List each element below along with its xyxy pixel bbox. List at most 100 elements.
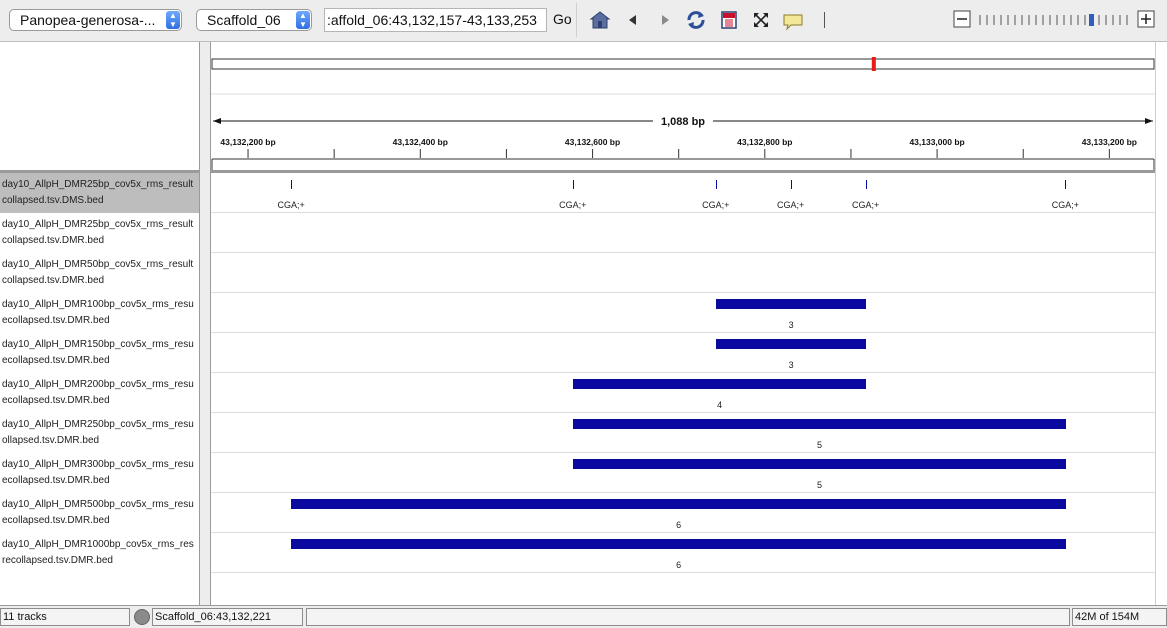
feature-site[interactable] [715, 180, 717, 189]
feature-label: CGA;+ [1051, 200, 1080, 210]
track-row[interactable]: 3 [211, 333, 1155, 373]
zoom-in-button[interactable] [1137, 10, 1155, 28]
popup-text-icon[interactable] [782, 9, 804, 31]
toolbar: Panopea-generosa-... ▲ ▼ Scaffold_06 ▲ ▼ :… [0, 0, 1167, 42]
feature-site[interactable] [1065, 180, 1067, 189]
feature-label: CGA;+ [702, 200, 730, 210]
track-name-line2: ecollapsed.tsv.DMR.bed [2, 395, 110, 406]
track-name[interactable]: day10_AllpH_DMR25bp_cov5x_rms_resultcoll… [0, 213, 199, 253]
track-name-line2: collapsed.tsv.DMR.bed [2, 275, 105, 286]
ruler: 1,088 bp 43,132,200 bp 43,132,400 bp 43,13… [211, 57, 1155, 170]
track-row[interactable] [211, 213, 1155, 253]
feature-label: 3 [788, 360, 794, 370]
toolbar-divider [576, 3, 577, 37]
track-name[interactable]: day10_AllpH_DMR25bp_cov5x_rms_resultcoll… [0, 173, 199, 213]
feature-bar[interactable] [572, 459, 1067, 469]
panel-splitter[interactable] [199, 42, 211, 605]
go-button[interactable]: Go [553, 11, 572, 27]
refresh-icon[interactable] [685, 9, 707, 31]
feature-label: 6 [676, 560, 682, 570]
track-name-line2: ecollapsed.tsv.DMR.bed [2, 355, 110, 366]
track-name-line1: day10_AllpH_DMR25bp_cov5x_rms_result [2, 179, 194, 190]
fit-window-icon[interactable] [750, 9, 772, 31]
track-row[interactable]: 5 [211, 453, 1155, 493]
feature-bar[interactable] [291, 539, 1067, 549]
feature-bar[interactable] [715, 339, 867, 349]
genome-dropdown[interactable]: Panopea-generosa-... ▲ ▼ [9, 9, 182, 31]
track-name-line1: day10_AllpH_DMR1000bp_cov5x_rms_res [2, 539, 194, 550]
ruler-tick-label: 43,132,800 bp [737, 137, 792, 147]
track-name[interactable]: day10_AllpH_DMR50bp_cov5x_rms_resultcoll… [0, 253, 199, 293]
track-name[interactable]: day10_AllpH_DMR250bp_cov5x_rms_resuollap… [0, 413, 199, 453]
ideogram-current-region [871, 57, 876, 71]
track-name-line1: day10_AllpH_DMR300bp_cov5x_rms_resu [2, 459, 194, 470]
track-name[interactable]: day10_AllpH_DMR300bp_cov5x_rms_resuecoll… [0, 453, 199, 493]
track-name-line2: collapsed.tsv.DMR.bed [2, 235, 105, 246]
feature-label: 3 [788, 320, 794, 330]
track-row[interactable]: 6 [211, 493, 1155, 533]
span-label: 1,088 bp [661, 116, 705, 128]
scrollbar[interactable] [1155, 42, 1167, 605]
ruler-name-panel [0, 42, 200, 170]
track-row[interactable]: CGA;+ CGA;+ CGA;+ CGA;+ CGA;+ CGA;+ [211, 173, 1155, 213]
feature-bar[interactable] [715, 299, 867, 309]
feature-label: CGA;+ [851, 200, 880, 210]
feature-site[interactable] [291, 180, 293, 189]
chevron-updown-icon: ▲ ▼ [296, 11, 310, 29]
track-name-line1: day10_AllpH_DMR150bp_cov5x_rms_resu [2, 339, 194, 350]
feature-label: 4 [717, 400, 723, 410]
ruler-tick-label: 43,133,000 bp [909, 137, 964, 147]
feature-label: 6 [676, 520, 682, 530]
track-name-line1: day10_AllpH_DMR500bp_cov5x_rms_resu [2, 499, 194, 510]
ruler-tick-label: 43,132,600 bp [565, 137, 620, 147]
feature-label: 5 [817, 480, 823, 490]
feature-label: CGA;+ [277, 200, 305, 210]
home-icon[interactable] [589, 9, 611, 31]
track-row[interactable]: 3 [211, 293, 1155, 333]
track-name-line2: ecollapsed.tsv.DMR.bed [2, 475, 110, 486]
track-row[interactable]: 5 [211, 413, 1155, 453]
feature-site[interactable] [572, 180, 574, 189]
ruler-tick-label: 43,132,200 bp [220, 137, 275, 147]
locus-input[interactable]: :affold_06:43,132,157-43,133,253 [324, 8, 547, 32]
track-name[interactable]: day10_AllpH_DMR100bp_cov5x_rms_resuecoll… [0, 293, 199, 333]
zoom-out-button[interactable] [953, 10, 971, 28]
chromosome-dropdown[interactable]: Scaffold_06 ▲ ▼ [196, 9, 312, 31]
track-name-line1: day10_AllpH_DMR25bp_cov5x_rms_result [2, 219, 194, 230]
zoom-slider[interactable] [979, 14, 1133, 26]
feature-bar[interactable] [572, 379, 867, 389]
position-readout: Scaffold_06:43,132,221 [152, 608, 303, 626]
status-message [306, 608, 1070, 626]
track-name-line2: ollapsed.tsv.DMR.bed [2, 435, 100, 446]
feature-label: CGA;+ [559, 200, 587, 210]
track-name-line2: ecollapsed.tsv.DMR.bed [2, 315, 110, 326]
roi-icon[interactable] [718, 9, 740, 31]
track-name[interactable]: day10_AllpH_DMR500bp_cov5x_rms_resuecoll… [0, 493, 199, 533]
track-name-line1: day10_AllpH_DMR200bp_cov5x_rms_resu [2, 379, 194, 390]
status-bar: 11 tracks Scaffold_06:43,132,221 42M of … [0, 605, 1167, 628]
track-name[interactable]: day10_AllpH_DMR200bp_cov5x_rms_resuecoll… [0, 373, 199, 413]
track-name[interactable]: day10_AllpH_DMR1000bp_cov5x_rms_res recol… [0, 533, 199, 573]
track-name-line1: day10_AllpH_DMR250bp_cov5x_rms_resu [2, 419, 194, 430]
track-name[interactable]: day10_AllpH_DMR150bp_cov5x_rms_resuecoll… [0, 333, 199, 373]
ruler-tick-label: 43,132,400 bp [393, 137, 448, 147]
track-count: 11 tracks [0, 608, 130, 626]
track-name-line1: day10_AllpH_DMR100bp_cov5x_rms_resu [2, 299, 194, 310]
ideogram[interactable] [211, 58, 1155, 70]
forward-icon[interactable] [654, 9, 676, 31]
back-icon[interactable] [622, 9, 644, 31]
track-name-line2: collapsed.tsv.DMS.bed [2, 195, 104, 206]
track-row[interactable]: 4 [211, 373, 1155, 413]
track-row[interactable]: 6 [211, 533, 1155, 573]
track-name-line2: ecollapsed.tsv.DMR.bed [2, 515, 110, 526]
track-name-line1: day10_AllpH_DMR50bp_cov5x_rms_result [2, 259, 194, 270]
genome-dropdown-label: Panopea-generosa-... [20, 12, 156, 28]
feature-bar[interactable] [291, 499, 1067, 509]
zoom-slider-handle[interactable] [1089, 14, 1094, 26]
memory-usage: 42M of 154M [1072, 608, 1167, 626]
feature-site[interactable] [790, 180, 792, 189]
feature-bar[interactable] [572, 419, 1067, 429]
feature-label: 5 [817, 440, 823, 450]
feature-site[interactable] [865, 180, 867, 189]
track-row[interactable] [211, 253, 1155, 293]
